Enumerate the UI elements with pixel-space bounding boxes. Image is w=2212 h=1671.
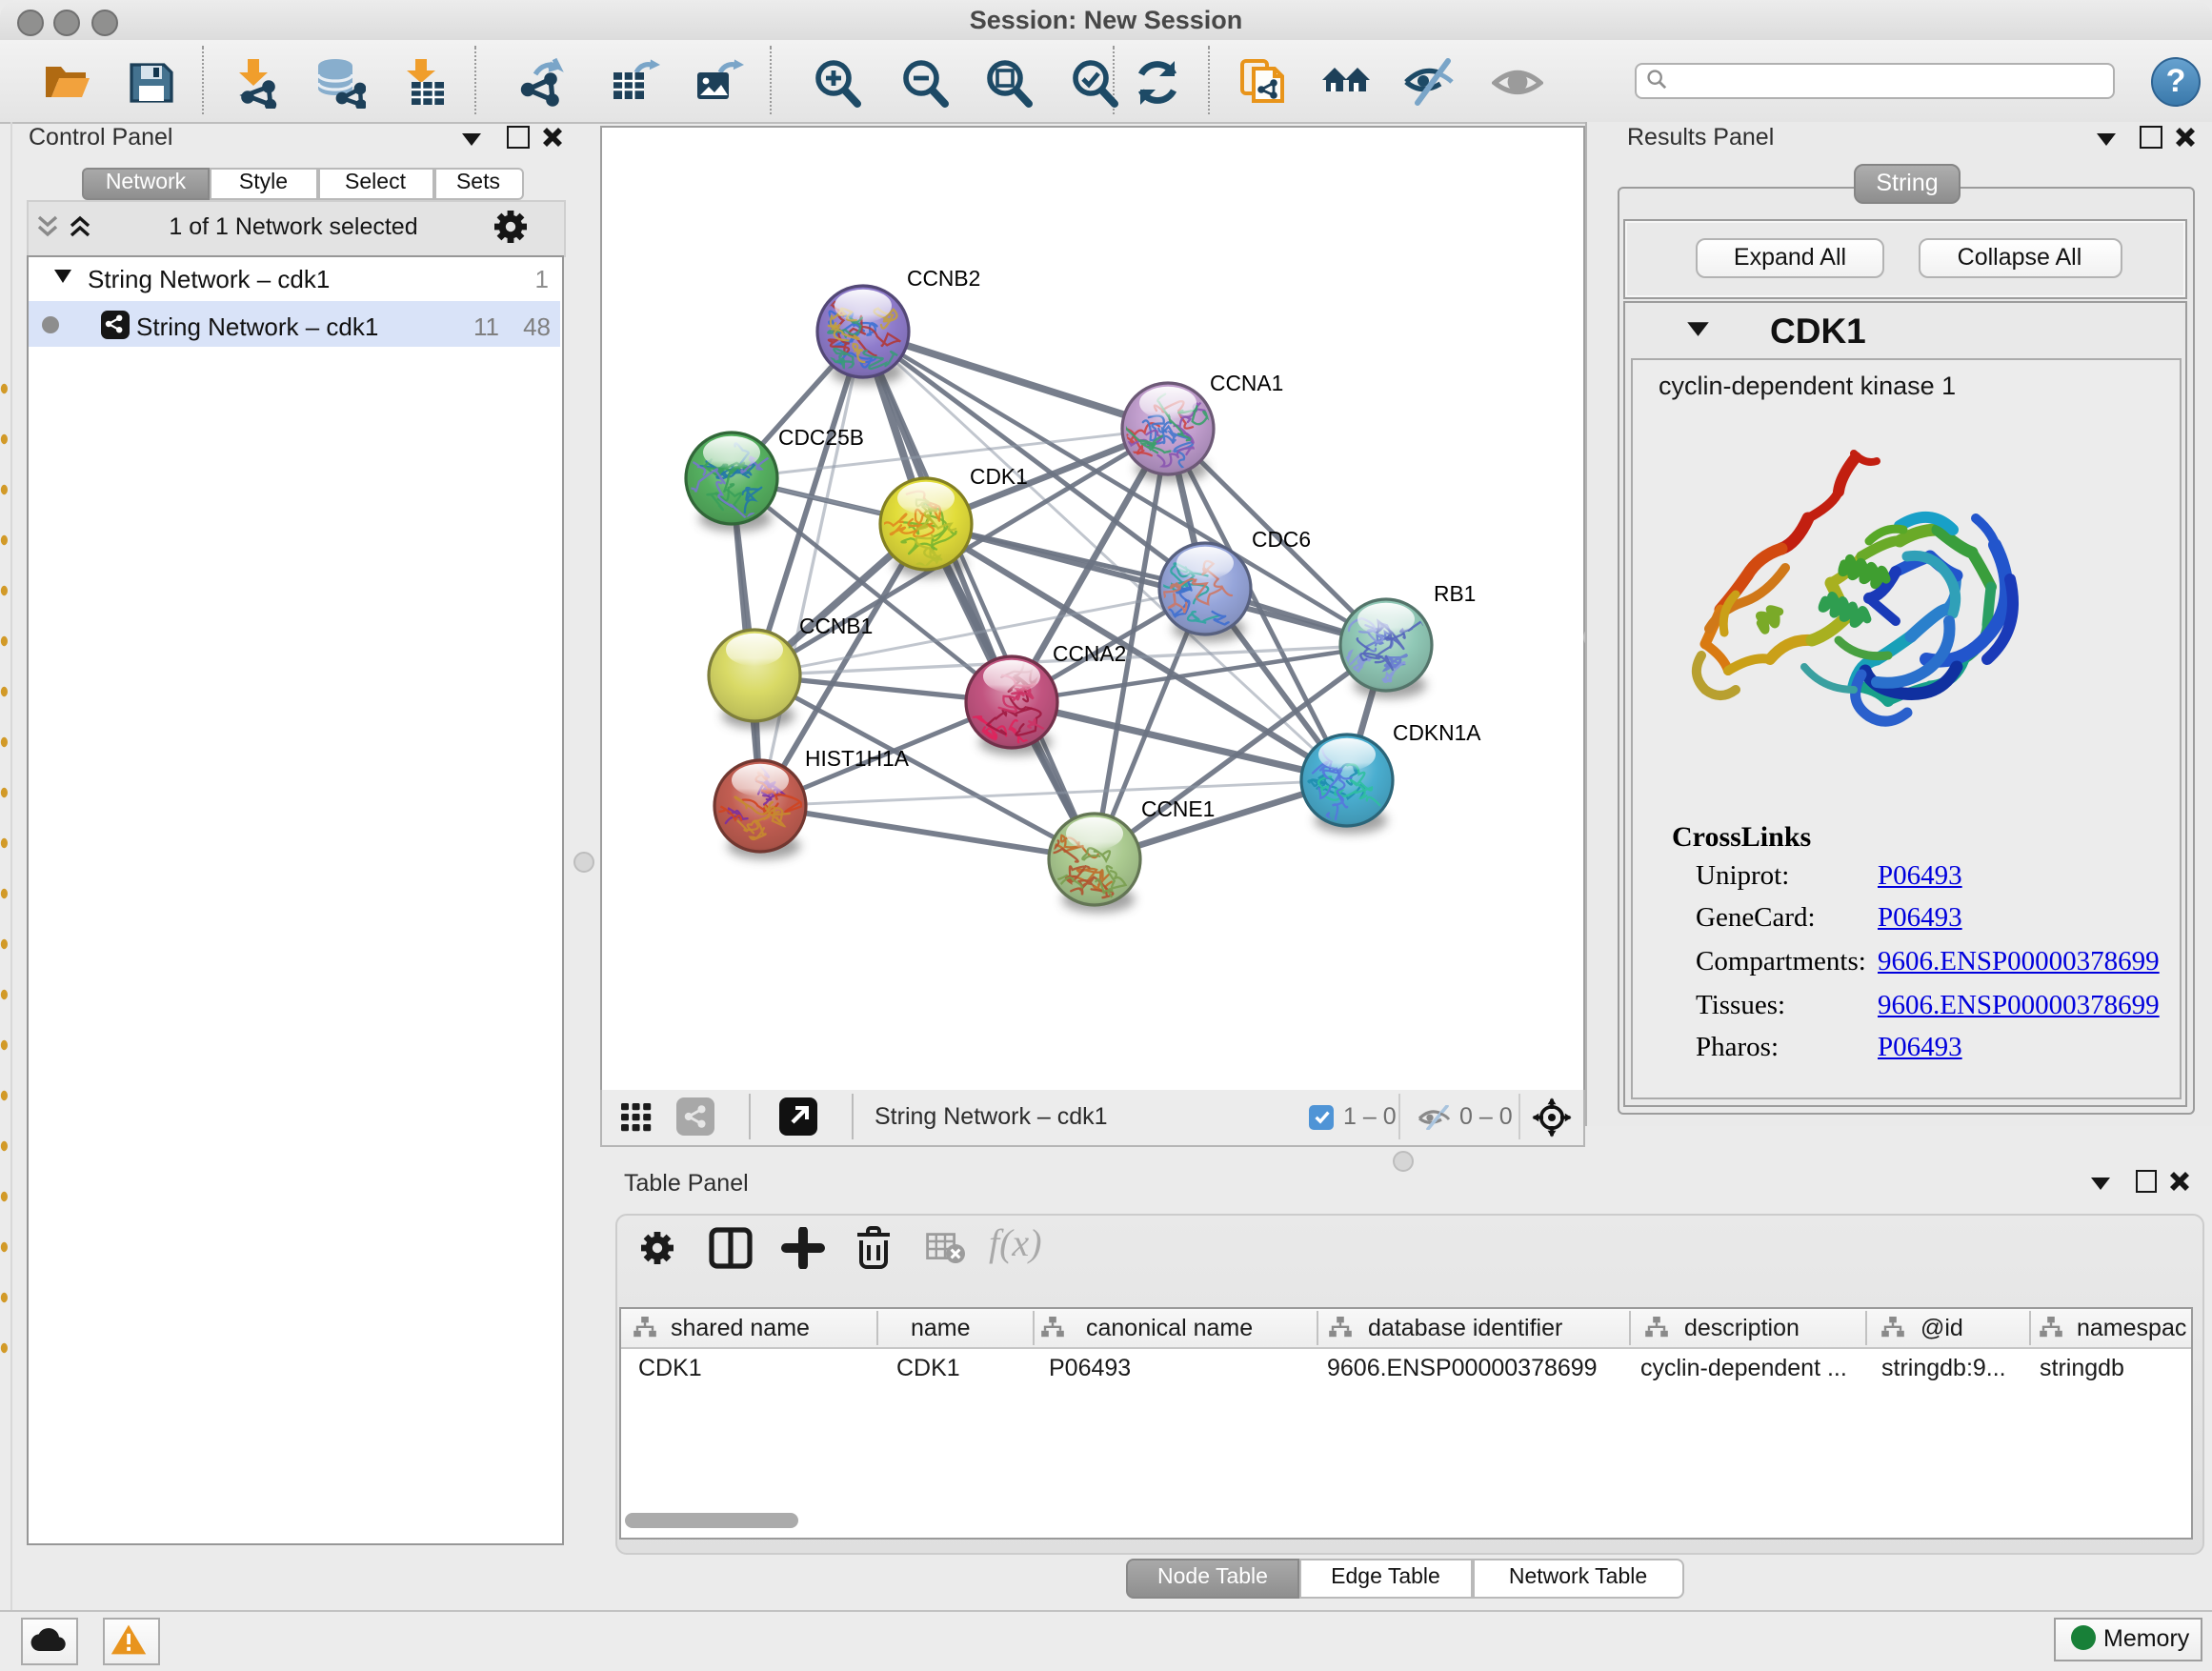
- svg-text:CDC25B: CDC25B: [777, 425, 863, 450]
- svg-text:CDK1: CDK1: [969, 464, 1027, 489]
- svg-text:CCNB2: CCNB2: [906, 266, 979, 291]
- svg-text:CCNB1: CCNB1: [798, 614, 872, 638]
- svg-text:HIST1H1A: HIST1H1A: [804, 746, 909, 771]
- svg-text:CCNE1: CCNE1: [1140, 796, 1214, 821]
- svg-text:CDKN1A: CDKN1A: [1392, 720, 1480, 745]
- svg-text:CCNA2: CCNA2: [1052, 641, 1125, 666]
- svg-text:CCNA1: CCNA1: [1209, 371, 1282, 395]
- svg-text:RB1: RB1: [1433, 581, 1475, 606]
- svg-text:CDC6: CDC6: [1251, 527, 1310, 552]
